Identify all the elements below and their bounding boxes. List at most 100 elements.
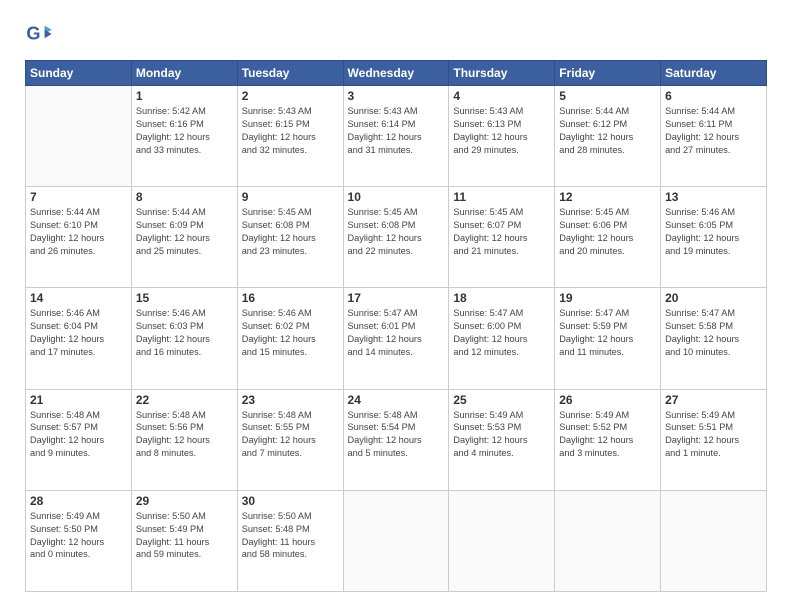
day-number: 23 bbox=[242, 393, 339, 407]
day-number: 16 bbox=[242, 291, 339, 305]
day-info: Sunrise: 5:48 AMSunset: 5:54 PMDaylight:… bbox=[348, 409, 445, 461]
header-cell-thursday: Thursday bbox=[449, 61, 555, 86]
calendar-cell bbox=[343, 490, 449, 591]
header-cell-saturday: Saturday bbox=[661, 61, 767, 86]
day-number: 2 bbox=[242, 89, 339, 103]
day-number: 7 bbox=[30, 190, 127, 204]
day-info: Sunrise: 5:45 AMSunset: 6:08 PMDaylight:… bbox=[242, 206, 339, 258]
day-info: Sunrise: 5:42 AMSunset: 6:16 PMDaylight:… bbox=[136, 105, 233, 157]
day-info: Sunrise: 5:45 AMSunset: 6:08 PMDaylight:… bbox=[348, 206, 445, 258]
calendar-table: SundayMondayTuesdayWednesdayThursdayFrid… bbox=[25, 60, 767, 592]
calendar-cell: 12 Sunrise: 5:45 AMSunset: 6:06 PMDayligh… bbox=[555, 187, 661, 288]
calendar-cell: 11 Sunrise: 5:45 AMSunset: 6:07 PMDayligh… bbox=[449, 187, 555, 288]
calendar-cell: 15 Sunrise: 5:46 AMSunset: 6:03 PMDayligh… bbox=[131, 288, 237, 389]
day-info: Sunrise: 5:46 AMSunset: 6:03 PMDaylight:… bbox=[136, 307, 233, 359]
day-info: Sunrise: 5:49 AMSunset: 5:53 PMDaylight:… bbox=[453, 409, 550, 461]
calendar-cell: 6 Sunrise: 5:44 AMSunset: 6:11 PMDaylight… bbox=[661, 86, 767, 187]
day-info: Sunrise: 5:49 AMSunset: 5:51 PMDaylight:… bbox=[665, 409, 762, 461]
page: G SundayMondayTuesdayWednesdayThursdayFr… bbox=[0, 0, 792, 612]
day-info: Sunrise: 5:44 AMSunset: 6:11 PMDaylight:… bbox=[665, 105, 762, 157]
day-info: Sunrise: 5:47 AMSunset: 5:58 PMDaylight:… bbox=[665, 307, 762, 359]
logo-icon: G bbox=[25, 20, 53, 48]
day-number: 29 bbox=[136, 494, 233, 508]
day-number: 3 bbox=[348, 89, 445, 103]
day-number: 14 bbox=[30, 291, 127, 305]
day-number: 15 bbox=[136, 291, 233, 305]
header-cell-tuesday: Tuesday bbox=[237, 61, 343, 86]
calendar-cell: 21 Sunrise: 5:48 AMSunset: 5:57 PMDayligh… bbox=[26, 389, 132, 490]
day-number: 4 bbox=[453, 89, 550, 103]
calendar-cell: 20 Sunrise: 5:47 AMSunset: 5:58 PMDayligh… bbox=[661, 288, 767, 389]
calendar-cell: 13 Sunrise: 5:46 AMSunset: 6:05 PMDayligh… bbox=[661, 187, 767, 288]
day-number: 21 bbox=[30, 393, 127, 407]
day-number: 12 bbox=[559, 190, 656, 204]
calendar-cell: 22Sunrise: 5:48 AMSunset: 5:56 PMDayligh… bbox=[131, 389, 237, 490]
day-info: Sunrise: 5:47 AMSunset: 6:00 PMDaylight:… bbox=[453, 307, 550, 359]
day-info: Sunrise: 5:46 AMSunset: 6:04 PMDaylight:… bbox=[30, 307, 127, 359]
calendar-cell bbox=[555, 490, 661, 591]
day-number: 1 bbox=[136, 89, 233, 103]
day-number: 6 bbox=[665, 89, 762, 103]
calendar-cell: 16 Sunrise: 5:46 AMSunset: 6:02 PMDayligh… bbox=[237, 288, 343, 389]
day-number: 5 bbox=[559, 89, 656, 103]
day-number: 10 bbox=[348, 190, 445, 204]
day-info: Sunrise: 5:50 AMSunset: 5:49 PMDaylight:… bbox=[136, 510, 233, 562]
day-number: 18 bbox=[453, 291, 550, 305]
calendar-cell: 8 Sunrise: 5:44 AMSunset: 6:09 PMDaylight… bbox=[131, 187, 237, 288]
calendar-cell bbox=[661, 490, 767, 591]
calendar-header-row: SundayMondayTuesdayWednesdayThursdayFrid… bbox=[26, 61, 767, 86]
day-number: 28 bbox=[30, 494, 127, 508]
header-cell-friday: Friday bbox=[555, 61, 661, 86]
header-cell-wednesday: Wednesday bbox=[343, 61, 449, 86]
day-number: 8 bbox=[136, 190, 233, 204]
day-info: Sunrise: 5:48 AMSunset: 5:55 PMDaylight:… bbox=[242, 409, 339, 461]
day-number: 11 bbox=[453, 190, 550, 204]
header-cell-monday: Monday bbox=[131, 61, 237, 86]
day-number: 20 bbox=[665, 291, 762, 305]
calendar-cell: 5Sunrise: 5:44 AMSunset: 6:12 PMDaylight… bbox=[555, 86, 661, 187]
day-number: 25 bbox=[453, 393, 550, 407]
calendar-cell: 19Sunrise: 5:47 AMSunset: 5:59 PMDayligh… bbox=[555, 288, 661, 389]
calendar-cell: 7Sunrise: 5:44 AMSunset: 6:10 PMDaylight… bbox=[26, 187, 132, 288]
day-number: 22 bbox=[136, 393, 233, 407]
calendar-cell bbox=[26, 86, 132, 187]
day-info: Sunrise: 5:45 AMSunset: 6:06 PMDaylight:… bbox=[559, 206, 656, 258]
day-info: Sunrise: 5:47 AMSunset: 6:01 PMDaylight:… bbox=[348, 307, 445, 359]
header-cell-sunday: Sunday bbox=[26, 61, 132, 86]
calendar-cell bbox=[449, 490, 555, 591]
day-info: Sunrise: 5:43 AMSunset: 6:13 PMDaylight:… bbox=[453, 105, 550, 157]
day-number: 13 bbox=[665, 190, 762, 204]
day-info: Sunrise: 5:50 AMSunset: 5:48 PMDaylight:… bbox=[242, 510, 339, 562]
day-number: 26 bbox=[559, 393, 656, 407]
calendar-row: 14 Sunrise: 5:46 AMSunset: 6:04 PMDayligh… bbox=[26, 288, 767, 389]
calendar-cell: 29 Sunrise: 5:50 AMSunset: 5:49 PMDayligh… bbox=[131, 490, 237, 591]
calendar-cell: 23 Sunrise: 5:48 AMSunset: 5:55 PMDayligh… bbox=[237, 389, 343, 490]
calendar-cell: 2Sunrise: 5:43 AMSunset: 6:15 PMDaylight… bbox=[237, 86, 343, 187]
day-info: Sunrise: 5:45 AMSunset: 6:07 PMDaylight:… bbox=[453, 206, 550, 258]
day-number: 24 bbox=[348, 393, 445, 407]
calendar-cell: 1 Sunrise: 5:42 AMSunset: 6:16 PMDaylight… bbox=[131, 86, 237, 187]
calendar-cell: 3 Sunrise: 5:43 AMSunset: 6:14 PMDaylight… bbox=[343, 86, 449, 187]
calendar-row: 7Sunrise: 5:44 AMSunset: 6:10 PMDaylight… bbox=[26, 187, 767, 288]
day-info: Sunrise: 5:49 AMSunset: 5:52 PMDaylight:… bbox=[559, 409, 656, 461]
calendar-cell: 4 Sunrise: 5:43 AMSunset: 6:13 PMDaylight… bbox=[449, 86, 555, 187]
day-number: 30 bbox=[242, 494, 339, 508]
calendar-row: 1 Sunrise: 5:42 AMSunset: 6:16 PMDaylight… bbox=[26, 86, 767, 187]
day-info: Sunrise: 5:46 AMSunset: 6:02 PMDaylight:… bbox=[242, 307, 339, 359]
day-info: Sunrise: 5:46 AMSunset: 6:05 PMDaylight:… bbox=[665, 206, 762, 258]
day-number: 19 bbox=[559, 291, 656, 305]
day-info: Sunrise: 5:44 AMSunset: 6:09 PMDaylight:… bbox=[136, 206, 233, 258]
calendar-row: 21 Sunrise: 5:48 AMSunset: 5:57 PMDayligh… bbox=[26, 389, 767, 490]
calendar-cell: 9Sunrise: 5:45 AMSunset: 6:08 PMDaylight… bbox=[237, 187, 343, 288]
logo: G bbox=[25, 20, 57, 48]
calendar-cell: 28 Sunrise: 5:49 AMSunset: 5:50 PMDayligh… bbox=[26, 490, 132, 591]
day-info: Sunrise: 5:49 AMSunset: 5:50 PMDaylight:… bbox=[30, 510, 127, 562]
calendar-row: 28 Sunrise: 5:49 AMSunset: 5:50 PMDayligh… bbox=[26, 490, 767, 591]
svg-text:G: G bbox=[26, 24, 40, 44]
day-info: Sunrise: 5:48 AMSunset: 5:57 PMDaylight:… bbox=[30, 409, 127, 461]
calendar-cell: 17Sunrise: 5:47 AMSunset: 6:01 PMDayligh… bbox=[343, 288, 449, 389]
calendar-cell: 30 Sunrise: 5:50 AMSunset: 5:48 PMDayligh… bbox=[237, 490, 343, 591]
day-info: Sunrise: 5:43 AMSunset: 6:14 PMDaylight:… bbox=[348, 105, 445, 157]
calendar-cell: 14 Sunrise: 5:46 AMSunset: 6:04 PMDayligh… bbox=[26, 288, 132, 389]
header: G bbox=[25, 20, 767, 48]
